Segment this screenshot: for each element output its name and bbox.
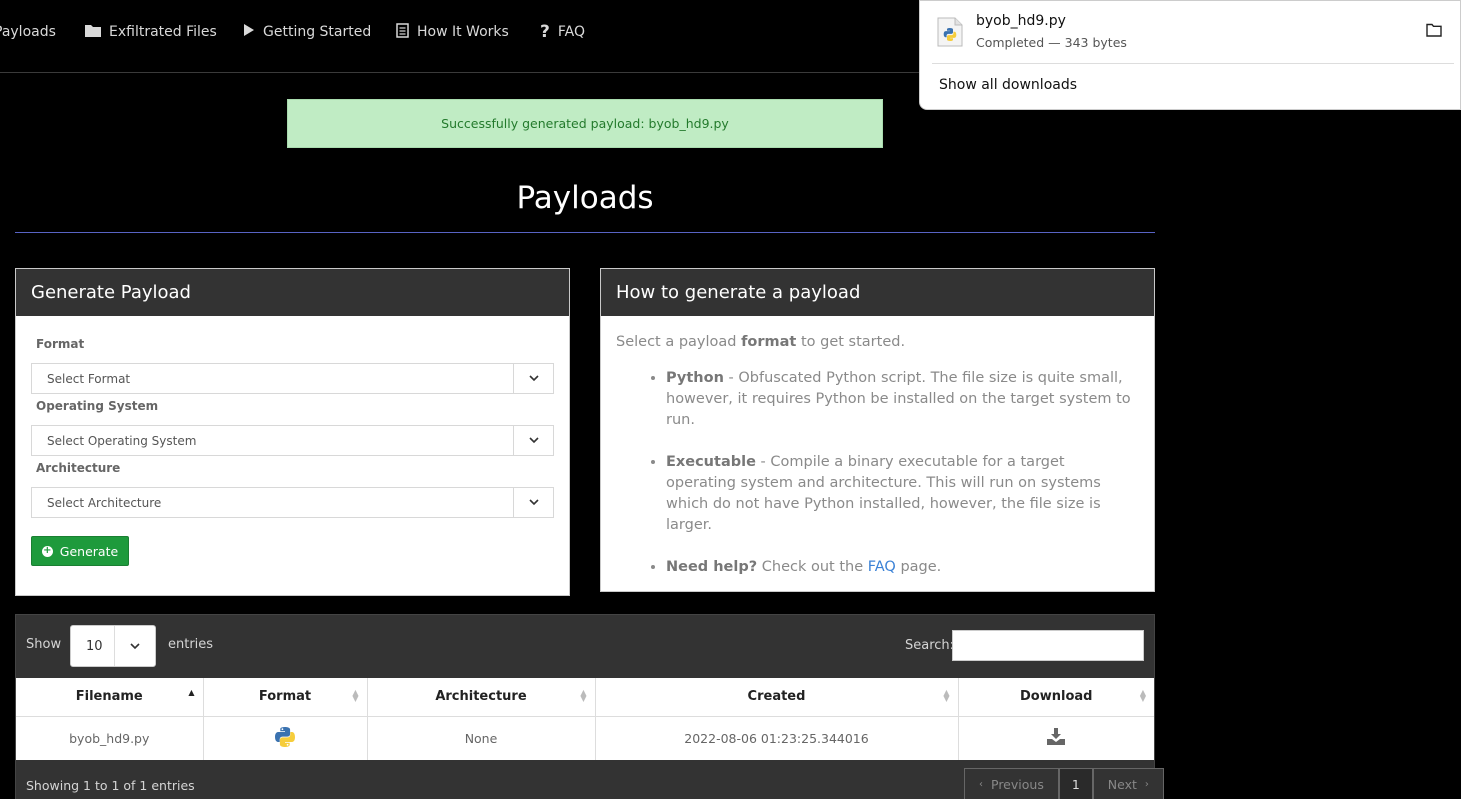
show-all-downloads-link[interactable]: Show all downloads bbox=[939, 77, 1077, 93]
os-label: Operating System bbox=[36, 399, 159, 413]
chevron-down-icon bbox=[513, 488, 553, 517]
table-info: Showing 1 to 1 of 1 entries bbox=[26, 778, 195, 793]
question-icon: ? bbox=[540, 22, 550, 42]
download-filename[interactable]: byob_hd9.py bbox=[976, 13, 1066, 29]
plus-circle-icon: + bbox=[41, 545, 53, 557]
table-row: byob_hd9.py None 2022-08-06 01:23:25.344… bbox=[16, 716, 1154, 760]
document-icon bbox=[396, 22, 409, 42]
chevron-down-icon bbox=[114, 626, 155, 666]
nav-item-exfiltrated-files[interactable]: Exfiltrated Files bbox=[85, 21, 217, 43]
format-label: Format bbox=[36, 337, 85, 351]
download-status: Completed — 343 bytes bbox=[976, 35, 1127, 50]
cell-architecture: None bbox=[367, 716, 596, 760]
pagination-previous[interactable]: ‹ Previous bbox=[964, 768, 1059, 799]
sort-asc-icon: ▲ bbox=[188, 688, 195, 697]
alert-text: Successfully generated payload: byob_hd9… bbox=[441, 116, 729, 131]
sort-icon: ▲ ▼ bbox=[352, 688, 359, 703]
entries-label: entries bbox=[168, 637, 214, 652]
faq-link[interactable]: FAQ bbox=[868, 559, 896, 575]
pagination: ‹ Previous 1 Next › bbox=[964, 768, 1164, 799]
list-item: Python - Obfuscated Python script. The f… bbox=[666, 368, 1136, 431]
nav-item-faq[interactable]: ? FAQ bbox=[540, 21, 585, 43]
architecture-select[interactable]: Select Architecture bbox=[31, 487, 554, 518]
architecture-label: Architecture bbox=[36, 461, 121, 475]
cell-format bbox=[203, 716, 368, 760]
format-select[interactable]: Select Format bbox=[31, 363, 554, 394]
chevron-down-icon bbox=[513, 426, 553, 455]
entries-length-select[interactable]: 10 bbox=[70, 625, 156, 667]
how-to-intro: Select a payload format to get started. bbox=[616, 334, 906, 350]
pagination-next[interactable]: Next › bbox=[1092, 768, 1164, 799]
column-header-architecture[interactable]: Architecture ▲ ▼ bbox=[367, 678, 596, 717]
list-item: Need help? Check out the FAQ page. bbox=[666, 557, 1136, 578]
column-header-download[interactable]: Download ▲ ▼ bbox=[958, 678, 1154, 717]
payloads-table: Filename ▲ Format ▲ ▼ Architecture ▲ ▼ Create… bbox=[16, 678, 1154, 760]
page-title: Payloads bbox=[516, 180, 654, 216]
generate-payload-panel: Generate Payload Format Select Format Op… bbox=[15, 268, 570, 596]
nav-item-how-it-works[interactable]: How It Works bbox=[396, 21, 509, 43]
entries-length-value: 10 bbox=[86, 638, 103, 654]
python-file-icon bbox=[936, 17, 964, 47]
os-select-value: Select Operating System bbox=[47, 433, 197, 448]
os-select[interactable]: Select Operating System bbox=[31, 425, 554, 456]
architecture-select-value: Select Architecture bbox=[47, 495, 162, 510]
panel-title: Generate Payload bbox=[16, 269, 569, 316]
open-folder-icon[interactable] bbox=[1426, 23, 1442, 37]
download-icon[interactable] bbox=[1047, 728, 1066, 748]
sort-icon: ▲ ▼ bbox=[1139, 688, 1146, 703]
nav-item-label: Payloads bbox=[0, 24, 56, 40]
divider bbox=[932, 63, 1454, 64]
nav-item-getting-started[interactable]: Getting Started bbox=[243, 21, 371, 43]
cell-filename: byob_hd9.py bbox=[16, 716, 204, 760]
nav-item-label: How It Works bbox=[417, 24, 509, 40]
folder-icon bbox=[85, 24, 101, 41]
success-alert: Successfully generated payload: byob_hd9… bbox=[287, 99, 883, 148]
cell-download bbox=[958, 716, 1154, 760]
python-icon bbox=[274, 726, 296, 751]
generate-button[interactable]: + Generate bbox=[31, 536, 129, 566]
format-select-value: Select Format bbox=[47, 371, 131, 386]
column-header-created[interactable]: Created ▲ ▼ bbox=[595, 678, 959, 717]
sort-icon: ▲ ▼ bbox=[943, 688, 950, 703]
show-label: Show bbox=[26, 637, 62, 652]
chevron-right-icon: › bbox=[1144, 778, 1149, 790]
list-item: Executable - Compile a binary executable… bbox=[666, 452, 1136, 536]
pagination-page-1[interactable]: 1 bbox=[1058, 768, 1093, 799]
how-to-body: Select a payload format to get started. … bbox=[616, 332, 1136, 599]
sort-icon: ▲ ▼ bbox=[580, 688, 587, 703]
nav-item-label: FAQ bbox=[557, 24, 585, 40]
column-header-filename[interactable]: Filename ▲ bbox=[16, 678, 204, 717]
column-header-format[interactable]: Format ▲ ▼ bbox=[203, 678, 368, 717]
payloads-table-container: Show 10 entries Search: Filename ▲ Format… bbox=[15, 614, 1164, 799]
nav-item-label: Exfiltrated Files bbox=[109, 24, 217, 40]
cell-created: 2022-08-06 01:23:25.344016 bbox=[595, 716, 959, 760]
search-label: Search: bbox=[905, 638, 955, 653]
nav-item-payloads[interactable]: Payloads bbox=[0, 21, 56, 43]
search-input[interactable] bbox=[952, 630, 1144, 661]
panel-title: How to generate a payload bbox=[601, 269, 1154, 316]
nav-item-label: Getting Started bbox=[263, 24, 372, 40]
downloads-popup: byob_hd9.py Completed — 343 bytes Show a… bbox=[919, 0, 1461, 110]
title-divider bbox=[15, 232, 1155, 233]
generate-button-label: Generate bbox=[59, 543, 119, 559]
play-icon bbox=[243, 24, 255, 40]
chevron-left-icon: ‹ bbox=[979, 778, 983, 790]
how-to-panel: How to generate a payload Select a paylo… bbox=[600, 268, 1155, 592]
chevron-down-icon bbox=[513, 364, 553, 393]
